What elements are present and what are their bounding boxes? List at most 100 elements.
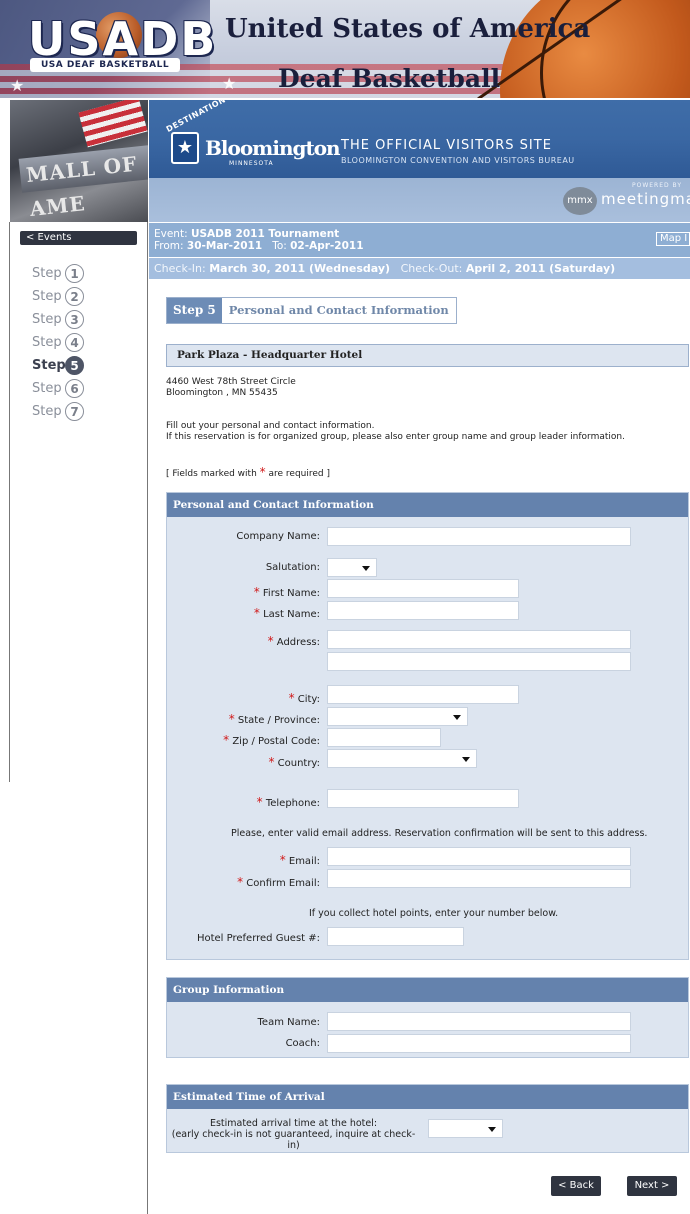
chevron-down-icon — [362, 566, 370, 571]
flag-image — [78, 100, 148, 148]
arrival-label: Estimated arrival time at the hotel: (ea… — [167, 1118, 420, 1151]
company-name-input[interactable] — [327, 527, 631, 546]
banner-title-line2: Deaf Basketball — [278, 64, 501, 93]
required-star-icon: * — [279, 853, 286, 867]
address-line2-input[interactable] — [327, 652, 631, 671]
address-label: * Address: — [268, 634, 320, 648]
usadb-logo-subtitle: USA DEAF BASKETBALL — [30, 58, 180, 72]
step-number-icon: 7 — [65, 402, 84, 421]
next-button[interactable]: Next > — [627, 1176, 677, 1196]
mall-of-america-photo: MALL OF AME — [10, 100, 148, 222]
step-item-3[interactable]: Step 3 — [32, 308, 84, 331]
coach-input[interactable] — [327, 1034, 631, 1053]
address-line1: 4460 West 78th Street Circle — [166, 377, 296, 387]
confirm-email-label-text: Confirm Email: — [246, 878, 320, 889]
address-label-text: Address: — [276, 637, 320, 648]
state-select[interactable] — [327, 707, 468, 726]
step-item-7[interactable]: Step 7 — [32, 400, 84, 423]
from-date: 30-Mar-2011 — [186, 240, 263, 252]
state-label: * State / Province: — [229, 712, 320, 726]
telephone-input[interactable] — [327, 789, 519, 808]
required-star-icon: * — [237, 875, 244, 889]
chevron-down-icon — [488, 1127, 496, 1132]
event-info-bar: Event: USADB 2011 Tournament From: 30-Ma… — [149, 223, 690, 257]
points-note: If you collect hotel points, enter your … — [309, 908, 559, 919]
hotel-address: 4460 West 78th Street Circle Bloomington… — [166, 377, 296, 399]
back-button[interactable]: < Back — [551, 1176, 601, 1196]
divider — [9, 222, 10, 782]
hotel-name: Park Plaza - Headquarter Hotel — [166, 344, 689, 367]
map-button[interactable]: Map I — [656, 232, 690, 246]
guest-number-input[interactable] — [327, 927, 464, 946]
confirm-email-input[interactable] — [327, 869, 631, 888]
zip-label: * Zip / Postal Code: — [223, 733, 320, 747]
email-label-text: Email: — [288, 856, 320, 867]
official-site-title: THE OFFICIAL VISITORS SITE — [341, 138, 552, 153]
arrival-label-line2: (early check-in is not guaranteed, inqui… — [171, 1129, 416, 1151]
step-number-icon: 3 — [65, 310, 84, 329]
required-star-icon: * — [256, 795, 263, 809]
to-date: 02-Apr-2011 — [290, 240, 364, 252]
powered-by-bar: POWERED BY mmx meetingma — [149, 178, 690, 222]
country-select[interactable] — [327, 749, 477, 768]
mall-sign: MALL OF AME — [18, 145, 148, 221]
bloomington-logo[interactable]: Bloomington — [205, 136, 341, 160]
step-item-6[interactable]: Step 6 — [32, 377, 84, 400]
company-name-label: Company Name: — [236, 531, 320, 542]
city-input[interactable] — [327, 685, 519, 704]
to-label: To: — [272, 240, 287, 252]
powered-by-label: POWERED BY — [631, 182, 682, 189]
last-name-label: * Last Name: — [254, 606, 320, 620]
step-number-icon: 1 — [65, 264, 84, 283]
required-star-icon: * — [268, 755, 275, 769]
first-name-input[interactable] — [327, 579, 519, 598]
step-title: Personal and Contact Information — [228, 303, 449, 317]
required-star-icon: * — [267, 634, 274, 648]
mmx-logo-icon: mmx — [563, 187, 597, 215]
state-label-text: State / Province: — [237, 715, 320, 726]
bloomington-header: DESTINATION ★ Bloomington MINNESOTA THE … — [149, 100, 690, 178]
step-label: Step — [32, 266, 62, 281]
last-name-input[interactable] — [327, 601, 519, 620]
bloomington-state: MINNESOTA — [229, 160, 274, 167]
email-label: * Email: — [280, 853, 320, 867]
banner-title-line1: United States of America — [225, 14, 591, 44]
arrival-label-line1: Estimated arrival time at the hotel: — [209, 1118, 378, 1129]
arrival-section: Estimated Time of Arrival Estimated arri… — [166, 1084, 689, 1153]
email-input[interactable] — [327, 847, 631, 866]
arrival-time-select[interactable] — [428, 1119, 503, 1138]
instructions: Fill out your personal and contact infor… — [166, 421, 625, 443]
step-label: Step — [32, 312, 62, 327]
checkout-date: April 2, 2011 (Saturday) — [465, 262, 616, 275]
divider — [147, 222, 148, 1214]
coach-label: Coach: — [285, 1038, 320, 1049]
email-note: Please, enter valid email address. Reser… — [231, 828, 648, 839]
country-label-text: Country: — [277, 758, 320, 769]
city-label-text: City: — [297, 694, 320, 705]
bloomington-star-icon: ★ — [171, 132, 199, 164]
instructions-line2: If this reservation is for organized gro… — [166, 432, 625, 442]
team-name-label: Team Name: — [257, 1017, 320, 1028]
country-label: * Country: — [268, 755, 320, 769]
from-label: From: — [154, 240, 184, 252]
step-number: Step 5 — [167, 298, 222, 323]
checkout-label: Check-Out: — [400, 262, 463, 275]
step-number-icon: 5 — [65, 356, 84, 375]
required-prefix: [ Fields marked with — [166, 469, 260, 479]
team-name-input[interactable] — [327, 1012, 631, 1031]
address-line1-input[interactable] — [327, 630, 631, 649]
step-number-icon: 2 — [65, 287, 84, 306]
site-banner: ★ ★ USADB USA DEAF BASKETBALL United Sta… — [0, 0, 690, 98]
salutation-select[interactable] — [327, 558, 377, 577]
step-item-4[interactable]: Step 4 — [32, 331, 84, 354]
step-item-2[interactable]: Step 2 — [32, 285, 84, 308]
events-button[interactable]: < Events — [20, 231, 137, 245]
group-info-section: Group Information Team Name: Coach: — [166, 977, 689, 1058]
meetingmatrix-logo[interactable]: meetingma — [601, 190, 690, 208]
step-item-5[interactable]: Step 5 — [32, 354, 84, 377]
required-star-icon: * — [223, 733, 230, 747]
event-label: Event: — [154, 228, 188, 240]
step-item-1[interactable]: Step 1 — [32, 262, 84, 285]
bureau-subtitle: BLOOMINGTON CONVENTION AND VISITORS BURE… — [341, 156, 575, 165]
zip-input[interactable] — [327, 728, 441, 747]
